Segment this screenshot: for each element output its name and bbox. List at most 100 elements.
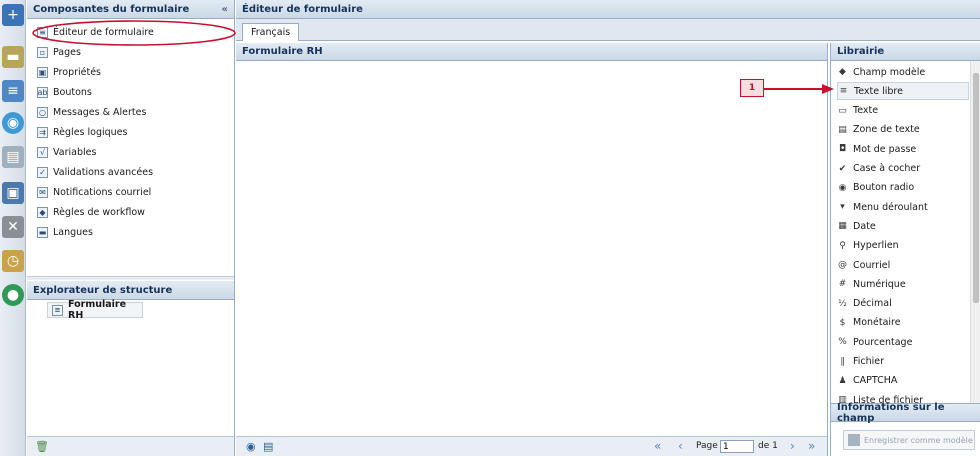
form-canvas: Formulaire RH ◉ ▤ « ‹ Page de 1 › »: [236, 43, 828, 456]
validations-icon: ✓: [37, 166, 48, 178]
library-panel: Librairie ◆ Champ modèle ≡ Texte libre ▭ Text…: [830, 43, 980, 403]
component-item[interactable]: ◆ Règles de workflow: [37, 203, 145, 221]
world-icon[interactable]: ●: [2, 284, 24, 306]
library-item[interactable]: ▭ Texte: [837, 102, 969, 120]
library-scroll-thumb[interactable]: [973, 73, 979, 303]
library-item-label: Courriel: [853, 259, 891, 271]
library-header: Librairie: [831, 43, 980, 61]
field-info-header: Informations sur le champ: [831, 402, 980, 424]
at-icon: @: [838, 260, 847, 270]
languages-icon: ▬: [37, 226, 48, 238]
form-title: Formulaire RH: [242, 46, 323, 57]
prev-page-icon[interactable]: ‹: [678, 439, 683, 453]
refresh-icon[interactable]: ◉: [246, 440, 256, 453]
library-item[interactable]: ▾ Menu déroulant: [837, 198, 969, 216]
form-canvas-body[interactable]: [236, 61, 827, 436]
save-as-template-label: Enregistrer comme modèle: [864, 435, 973, 445]
report-icon[interactable]: ▤: [2, 146, 24, 168]
library-scrollbar[interactable]: [970, 61, 980, 403]
preview-icon[interactable]: ▤: [263, 440, 273, 453]
component-item[interactable]: ▣ Propriétés: [37, 63, 101, 81]
library-item-label: Zone de texte: [853, 124, 920, 136]
library-item[interactable]: ≡ Texte libre: [837, 82, 969, 101]
library-item[interactable]: $ Monétaire: [837, 314, 969, 332]
library-item[interactable]: # Numérique: [837, 275, 969, 293]
last-page-icon[interactable]: »: [808, 439, 815, 453]
clock-icon[interactable]: ◷: [2, 250, 24, 272]
component-item-label: Notifications courriel: [53, 186, 152, 198]
currency-icon: $: [839, 317, 846, 328]
library-item-label: Texte libre: [854, 85, 903, 97]
library-title: Librairie: [837, 46, 885, 57]
component-item[interactable]: √ Variables: [37, 143, 96, 161]
calendar-icon: ▦: [838, 221, 847, 232]
component-item[interactable]: ⇉ Règles logiques: [37, 123, 127, 141]
annotation-arrow: [764, 84, 834, 94]
numeric-icon: #: [838, 279, 847, 290]
form-list-icon[interactable]: ≡: [2, 80, 24, 102]
component-item[interactable]: ab Boutons: [37, 83, 92, 101]
messages-icon: ○: [37, 106, 48, 118]
library-item[interactable]: ✔ Case à cocher: [837, 160, 969, 178]
library-item[interactable]: ⚲ Hyperlien: [837, 237, 969, 255]
library-item-label: Case à cocher: [853, 163, 921, 174]
free-text-icon: ≡: [839, 86, 848, 97]
component-item[interactable]: ✉ Notifications courriel: [37, 183, 151, 201]
form-node-icon: ≡: [52, 304, 63, 316]
component-item[interactable]: ▬ Langues: [37, 223, 93, 241]
library-item-label: Numérique: [853, 278, 906, 290]
tab-francais[interactable]: Français: [242, 23, 300, 41]
library-item[interactable]: ◉ Bouton radio: [837, 179, 969, 197]
library-item[interactable]: ½ Décimal: [837, 295, 969, 313]
users-icon[interactable]: ▣: [2, 182, 24, 204]
component-item[interactable]: ○ Messages & Alertes: [37, 103, 146, 121]
library-item[interactable]: ◘ Mot de passe: [837, 140, 969, 158]
trash-icon[interactable]: 🗑: [35, 440, 49, 453]
library-item-label: Bouton radio: [853, 182, 915, 194]
first-page-icon[interactable]: «: [654, 439, 661, 453]
form-canvas-header: Formulaire RH: [236, 43, 827, 61]
link-icon: ⚲: [839, 240, 846, 251]
textarea-icon: ▤: [838, 124, 847, 135]
app-icon-bar: + ▬ ≡ ◉ ▤ ▣ ✕ ◷ ●: [0, 0, 26, 456]
component-item-label: Validations avancées: [53, 166, 154, 178]
library-item[interactable]: ♟ CAPTCHA: [837, 372, 969, 390]
database-icon[interactable]: ▬: [2, 46, 24, 68]
tree-node-formulaire-rh[interactable]: ≡ Formulaire RH: [47, 299, 143, 321]
buttons-icon: ab: [37, 86, 48, 98]
eraser-icon: ◆: [839, 67, 846, 77]
component-item-label: Variables: [53, 146, 97, 158]
panel-splitter[interactable]: [27, 276, 234, 280]
next-page-icon[interactable]: ›: [790, 439, 795, 453]
page-label: Page: [696, 441, 718, 451]
library-item-label: Champ modèle: [853, 66, 926, 78]
library-item[interactable]: ∥ Fichier: [837, 353, 969, 371]
captcha-icon: ♟: [838, 375, 847, 386]
structure-explorer-header: Explorateur de structure: [27, 281, 234, 300]
collapse-panel-button[interactable]: «: [222, 4, 228, 15]
decimal-icon: ½: [838, 298, 847, 309]
left-footer: 🗑: [27, 436, 234, 456]
variables-icon: √: [37, 146, 48, 158]
component-item-label: Règles de workflow: [53, 206, 145, 218]
add-form-icon[interactable]: +: [2, 4, 24, 26]
logic-rules-icon: ⇉: [37, 126, 48, 138]
library-item[interactable]: ▤ Zone de texte: [837, 121, 969, 139]
editor-header: Éditeur de formulaire: [236, 0, 980, 19]
save-as-template-button[interactable]: Enregistrer comme modèle: [843, 430, 975, 450]
library-item[interactable]: % Pourcentage: [837, 333, 969, 351]
language-tabbar: Français: [236, 19, 980, 41]
dropdown-icon: ▾: [840, 202, 845, 213]
library-item[interactable]: ◆ Champ modèle: [837, 63, 969, 81]
component-item[interactable]: ✓ Validations avancées: [37, 163, 153, 181]
library-item[interactable]: ▦ Date: [837, 217, 969, 235]
library-item-label: CAPTCHA: [853, 375, 898, 387]
radio-icon: ◉: [838, 182, 847, 193]
tree-node-label: Formulaire RH: [68, 299, 127, 321]
tools-icon[interactable]: ✕: [2, 216, 24, 238]
library-item[interactable]: @ Courriel: [837, 256, 969, 274]
page-input[interactable]: [720, 440, 754, 453]
library-item-label: Décimal: [853, 298, 892, 310]
globe-settings-icon[interactable]: ◉: [2, 112, 24, 134]
properties-icon: ▣: [37, 66, 48, 78]
